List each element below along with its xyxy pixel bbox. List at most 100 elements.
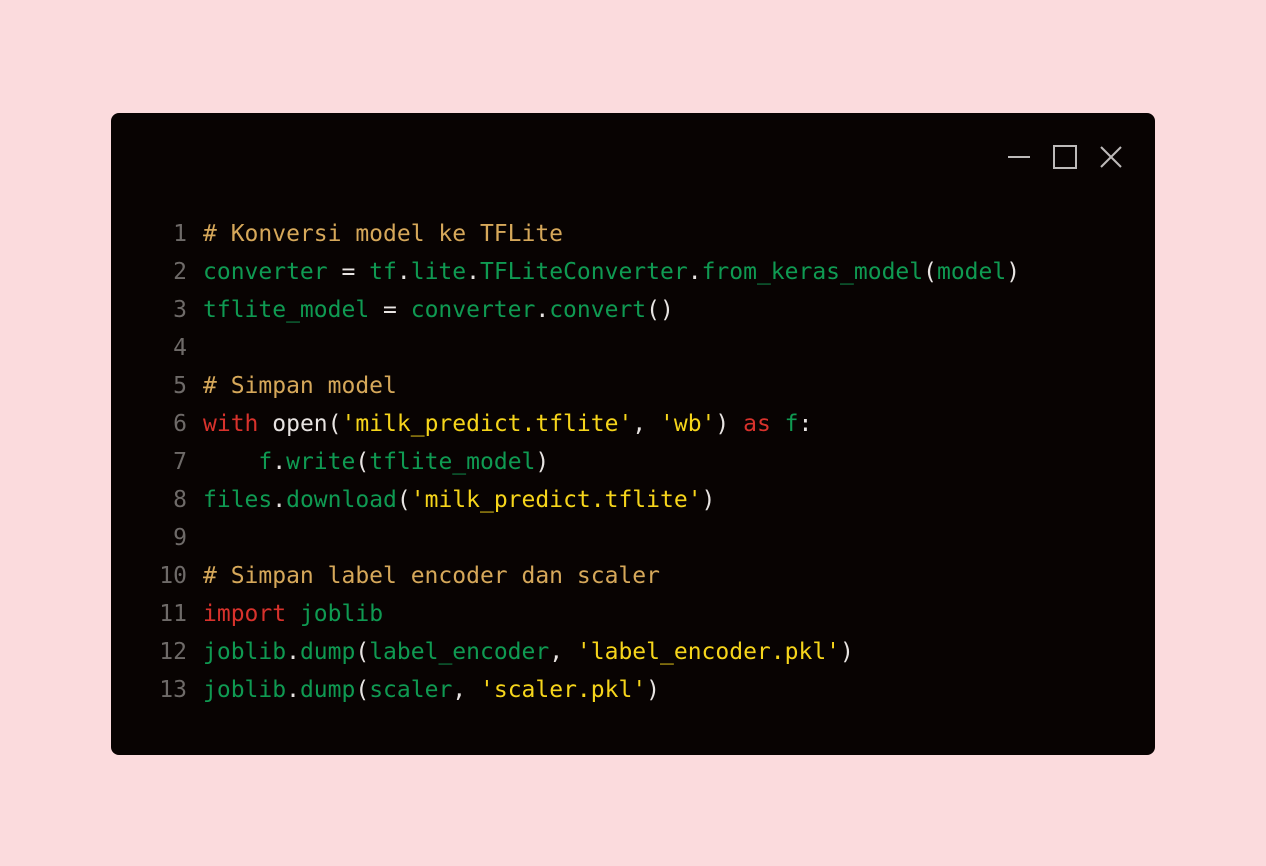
code-builtin: open <box>272 411 328 437</box>
line-number: 2 <box>173 259 187 285</box>
code-line: 13 joblib.dump(scaler, 'scaler.pkl') <box>155 671 1020 709</box>
code-identifier: from_keras_model <box>701 259 924 285</box>
code-punctuation: . <box>535 297 550 323</box>
code-identifier: joblib <box>299 601 384 627</box>
code-punctuation: ( <box>355 449 370 475</box>
code-identifier: TFLiteConverter <box>479 259 688 285</box>
window-controls <box>1006 144 1124 170</box>
code-punctuation: = <box>327 259 370 285</box>
line-number: 6 <box>173 411 187 437</box>
line-source: joblib.dump(label_encoder, 'label_encode… <box>203 633 854 671</box>
code-identifier: tflite_model <box>203 297 370 323</box>
code-line: 7 f.write(tflite_model) <box>155 443 1020 481</box>
code-comment: # Simpan label encoder dan scaler <box>203 563 660 589</box>
code-punctuation: ) <box>1006 259 1021 285</box>
line-source: # Konversi model ke TFLite <box>203 215 563 253</box>
line-number: 11 <box>159 601 187 627</box>
code-identifier: label_encoder <box>369 639 550 665</box>
line-source: f.write(tflite_model) <box>203 443 549 481</box>
line-number: 7 <box>173 449 187 475</box>
code-punctuation: . <box>286 639 300 665</box>
line-number: 9 <box>173 525 187 551</box>
code-identifier: download <box>286 487 397 513</box>
line-source: converter = tf.lite.TFLiteConverter.from… <box>203 253 1020 291</box>
code-comment: # Simpan model <box>203 373 397 399</box>
line-number: 3 <box>173 297 187 323</box>
code-punctuation: . <box>466 259 480 285</box>
maximize-icon[interactable] <box>1052 144 1078 170</box>
code-punctuation: . <box>687 259 702 285</box>
line-source: # Simpan label encoder dan scaler <box>203 557 660 595</box>
code-line: 10 # Simpan label encoder dan scaler <box>155 557 1020 595</box>
close-icon[interactable] <box>1098 144 1124 170</box>
code-punctuation: ( <box>355 639 370 665</box>
line-source: # Simpan model <box>203 367 397 405</box>
code-identifier: converter <box>410 297 536 323</box>
line-number: 5 <box>173 373 187 399</box>
code-line: 5 # Simpan model <box>155 367 1020 405</box>
code-identifier: converter <box>203 259 328 285</box>
line-number: 10 <box>159 563 187 589</box>
code-punctuation: ) <box>715 411 744 437</box>
line-source: with open('milk_predict.tflite', 'wb') a… <box>203 405 812 443</box>
code-line: 12 joblib.dump(label_encoder, 'label_enco… <box>155 633 1020 671</box>
code-identifier: scaler <box>369 677 453 703</box>
code-punctuation: ( <box>327 411 342 437</box>
minimize-icon[interactable] <box>1006 144 1032 170</box>
code-string: 'label_encoder.pkl' <box>576 639 841 665</box>
code-string: 'milk_predict.tflite' <box>410 487 702 513</box>
code-identifier: f <box>784 411 799 437</box>
code-line: 8 files.download('milk_predict.tflite') <box>155 481 1020 519</box>
code-punctuation: ) <box>535 449 550 475</box>
code-line: 6 with open('milk_predict.tflite', 'wb') … <box>155 405 1020 443</box>
code-line: 1 # Konversi model ke TFLite <box>155 215 1020 253</box>
code-punctuation: , <box>549 639 577 665</box>
code-punctuation <box>771 411 785 437</box>
code-window: 1 # Konversi model ke TFLite 2 converter = … <box>111 113 1155 755</box>
line-source: joblib.dump(scaler, 'scaler.pkl') <box>203 671 660 709</box>
code-punctuation: , <box>632 411 660 437</box>
code-line: 2 converter = tf.lite.TFLiteConverter.fro… <box>155 253 1020 291</box>
code-punctuation: = <box>369 297 411 323</box>
code-identifier: dump <box>299 677 356 703</box>
code-line: 4 <box>155 329 1020 367</box>
code-punctuation: () <box>646 297 674 323</box>
code-identifier: model <box>936 259 1007 285</box>
code-punctuation: ) <box>840 639 854 665</box>
code-punctuation: ) <box>646 677 661 703</box>
code-punctuation: ( <box>355 677 370 703</box>
code-keyword: as <box>743 411 771 437</box>
line-number: 8 <box>173 487 187 513</box>
code-line: 11 import joblib <box>155 595 1020 633</box>
code-punctuation <box>258 411 272 437</box>
code-punctuation: . <box>396 259 411 285</box>
code-punctuation: . <box>272 487 287 513</box>
code-identifier: dump <box>299 639 356 665</box>
code-punctuation: ) <box>701 487 716 513</box>
code-identifier: joblib <box>203 639 287 665</box>
code-punctuation <box>286 601 300 627</box>
code-comment: # Konversi model ke TFLite <box>203 221 564 247</box>
code-identifier: files <box>203 487 273 513</box>
code-string: 'scaler.pkl' <box>480 677 647 703</box>
line-number: 13 <box>159 677 187 703</box>
line-number: 1 <box>173 221 187 247</box>
code-string: 'wb' <box>660 411 716 437</box>
code-punctuation: . <box>286 677 300 703</box>
code-identifier: lite <box>410 259 467 285</box>
line-number: 4 <box>173 335 187 361</box>
line-number: 12 <box>159 639 187 665</box>
code-keyword: with <box>203 411 259 437</box>
code-keyword: import <box>203 601 287 627</box>
code-punctuation: . <box>272 449 287 475</box>
line-source: files.download('milk_predict.tflite') <box>203 481 715 519</box>
code-punctuation: ( <box>396 487 411 513</box>
line-source: import joblib <box>203 595 383 633</box>
code-identifier: tf <box>369 259 397 285</box>
code-identifier: f <box>258 449 273 475</box>
code-identifier: convert <box>549 297 647 323</box>
code-line: 9 <box>155 519 1020 557</box>
code-punctuation: ( <box>923 259 937 285</box>
code-punctuation <box>203 449 258 475</box>
code-line: 3 tflite_model = converter.convert() <box>155 291 1020 329</box>
